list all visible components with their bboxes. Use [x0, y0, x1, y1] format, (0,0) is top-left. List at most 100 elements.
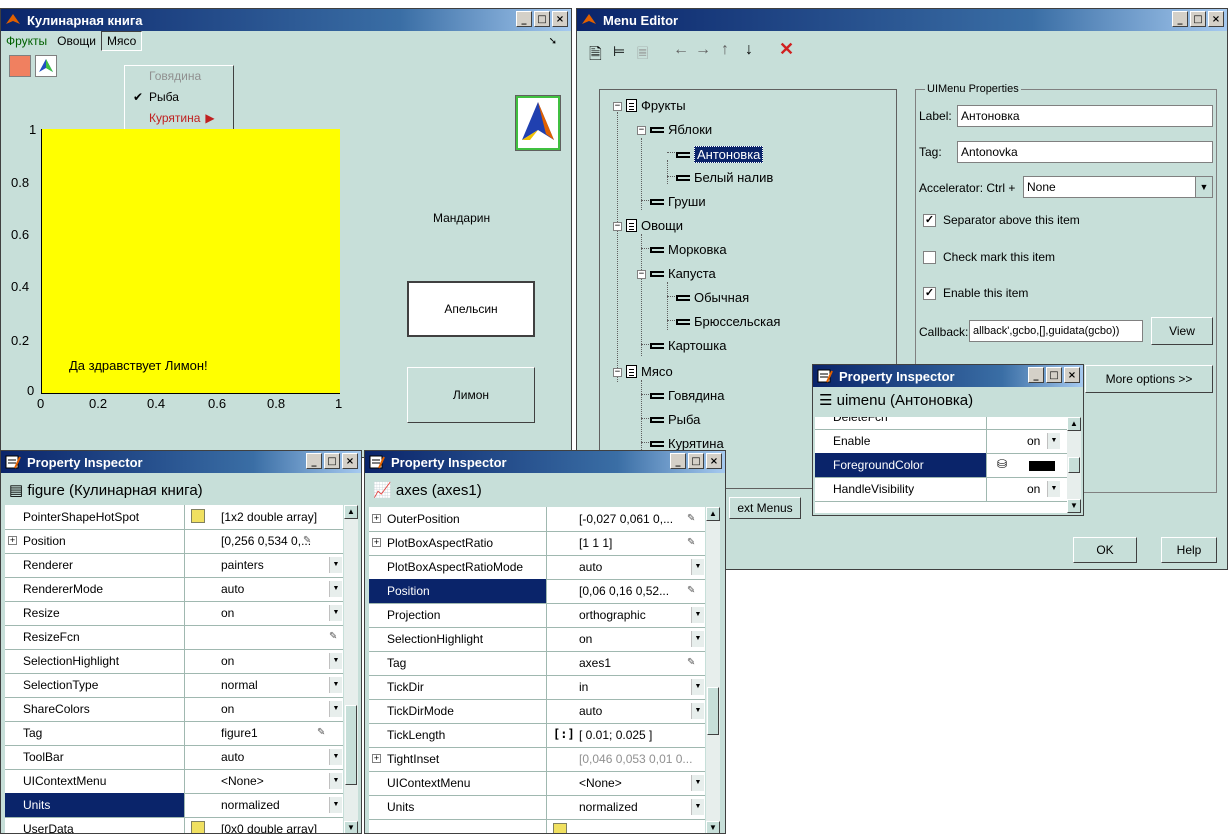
more-options-button[interactable]: More options >> — [1085, 365, 1213, 393]
tree-node-chicken[interactable]: Курятина — [650, 436, 724, 451]
new-menu-item-icon[interactable]: ⊨ — [613, 43, 625, 60]
prop-row[interactable]: SelectionHighlight on ▼ — [5, 649, 343, 674]
maximize-icon[interactable]: □ — [1046, 367, 1062, 383]
cookbook-title-bar[interactable]: Кулинарная книга _ □ × — [1, 9, 571, 31]
tree-node-pears[interactable]: Груши — [650, 194, 706, 209]
tree-node-cabbage[interactable]: Капуста — [650, 266, 716, 281]
prop-row[interactable]: UIContextMenu <None> ▼ — [369, 771, 705, 796]
view-button[interactable]: View — [1151, 317, 1213, 345]
color-toggle-button[interactable] — [9, 55, 31, 77]
new-menu-icon[interactable]: 🗎 — [589, 43, 602, 70]
prop-row[interactable]: TickLength [:][ 0.01; 0.025 ] — [369, 723, 705, 748]
menu-vegetables[interactable]: Овощи — [52, 32, 101, 50]
inspector-figure-scrollbar[interactable]: ▲ ▼ — [344, 505, 358, 833]
label-input[interactable]: Антоновка — [957, 105, 1213, 127]
minimize-icon[interactable]: _ — [306, 453, 322, 469]
prop-row[interactable]: ShareColors on ▼ — [5, 697, 343, 722]
prop-row[interactable]: + PlotBoxAspectRatio [1 1 1] ✎ — [369, 531, 705, 556]
close-icon[interactable]: × — [1064, 367, 1080, 383]
edit-icon[interactable]: ✎ — [687, 507, 695, 531]
edit-icon[interactable]: ✎ — [317, 721, 325, 745]
menu-editor-title-bar[interactable]: Menu Editor _ □ × — [577, 9, 1227, 31]
edit-icon[interactable]: ✎ — [687, 579, 695, 603]
prop-row[interactable]: ToolBar auto ▼ — [5, 745, 343, 770]
prop-row[interactable]: HandleVisibility on ▼ — [815, 477, 1067, 502]
prop-row[interactable]: + Position [0,256 0,534 0,... ✎ — [5, 529, 343, 554]
minimize-icon[interactable]: _ — [1172, 11, 1188, 27]
prop-row[interactable]: ResizeFcn ✎ — [5, 625, 343, 650]
prop-row[interactable]: + TightInset [0,046 0,053 0,01 0... — [369, 747, 705, 772]
prop-row[interactable]: TickDirMode auto ▼ — [369, 699, 705, 724]
separator-checkbox[interactable]: ✓ — [923, 214, 936, 227]
prop-row[interactable]: Resize on ▼ — [5, 601, 343, 626]
tree-node-fruits[interactable]: Фрукты — [626, 98, 686, 113]
accelerator-select[interactable]: None ▼ — [1023, 176, 1213, 198]
move-right-icon[interactable]: → — [695, 41, 711, 59]
edit-icon[interactable]: ✎ — [687, 531, 695, 555]
prop-row[interactable]: SelectionType normal ▼ — [5, 673, 343, 698]
edit-icon[interactable]: ✎ — [303, 529, 311, 553]
edit-icon[interactable]: ✎ — [687, 651, 695, 675]
inspector-figure-title-bar[interactable]: Property Inspector _ □ × — [1, 451, 361, 473]
minimize-icon[interactable]: _ — [516, 11, 532, 27]
prop-row[interactable]: Renderer painters ▼ — [5, 553, 343, 578]
close-icon[interactable]: × — [552, 11, 568, 27]
prop-row[interactable]: +Position[0,06 0,16 0,52...✎ — [369, 579, 705, 604]
meat-item-fish[interactable]: ✔ Рыба — [125, 87, 233, 108]
menu-meat[interactable]: Мясо — [101, 31, 143, 51]
maximize-icon[interactable]: □ — [1190, 11, 1206, 27]
inspector-axes-title-bar[interactable]: Property Inspector _ □ × — [365, 451, 725, 473]
prop-row[interactable]: + OuterPosition [-0,027 0,061 0,... ✎ — [369, 507, 705, 532]
axes-plot-area[interactable] — [41, 129, 340, 394]
prop-row[interactable]: RendererMode auto ▼ — [5, 577, 343, 602]
orange-button[interactable]: Апельсин — [407, 281, 535, 337]
prop-row[interactable]: UserData [0x0 double array] — [5, 817, 343, 833]
grid-icon[interactable] — [191, 821, 205, 833]
close-icon[interactable]: × — [342, 453, 358, 469]
tree-node-vegetables[interactable]: Овощи — [626, 218, 683, 233]
meat-item-chicken[interactable]: Курятина ▶ — [125, 108, 233, 129]
maximize-icon[interactable]: □ — [324, 453, 340, 469]
maximize-icon[interactable]: □ — [688, 453, 704, 469]
delete-icon[interactable]: ✕ — [779, 39, 794, 60]
move-up-icon[interactable]: ↑ — [721, 41, 729, 59]
move-down-icon[interactable]: ↓ — [745, 41, 753, 59]
checkmark-checkbox[interactable] — [923, 251, 936, 264]
prop-row[interactable]: Projection orthographic ▼ — [369, 603, 705, 628]
prop-row[interactable]: Units normalized ▼ — [369, 795, 705, 820]
maximize-icon[interactable]: □ — [534, 11, 550, 27]
grid-icon[interactable] — [553, 823, 567, 833]
tree-node-meat[interactable]: Мясо — [626, 364, 673, 379]
tree-node-carrot[interactable]: Морковка — [650, 242, 727, 257]
move-left-icon[interactable]: ← — [673, 41, 689, 59]
prop-row[interactable]: UIContextMenu <None> ▼ — [5, 769, 343, 794]
tree-node-brussels[interactable]: Брюссельская — [676, 314, 780, 329]
tree-node-white-naliv[interactable]: Белый налив — [676, 170, 773, 185]
close-icon[interactable]: × — [1208, 11, 1224, 27]
meat-item-beef[interactable]: Говядина — [125, 66, 233, 87]
help-button[interactable]: Help — [1161, 537, 1217, 563]
inspector-axes-scrollbar[interactable]: ▲ ▼ — [706, 507, 720, 833]
lemon-button[interactable]: Лимон — [407, 367, 535, 423]
prop-row[interactable]: SelectionHighlight on ▼ — [369, 627, 705, 652]
minimize-icon[interactable]: _ — [670, 453, 686, 469]
prop-row[interactable]: Units normalized ▼ — [5, 793, 343, 818]
tag-input[interactable]: Antonovka — [957, 141, 1213, 163]
tree-node-antonovka[interactable]: Антоновка — [676, 146, 764, 163]
tree-node-potato[interactable]: Картошка — [650, 338, 726, 353]
ok-button[interactable]: OK — [1073, 537, 1137, 563]
new-context-menu-icon[interactable]: 🗏 — [637, 43, 648, 67]
callback-input[interactable]: allback',gcbo,[],guidata(gcbo)) — [969, 320, 1143, 342]
grid-icon[interactable] — [191, 509, 205, 523]
tree-node-fish[interactable]: Рыба — [650, 412, 700, 427]
tree-node-apples[interactable]: Яблоки — [650, 122, 712, 137]
inspector-uimenu-scrollbar[interactable]: ▲ ▼ — [1067, 417, 1081, 513]
edit-icon[interactable]: ✎ — [329, 625, 337, 649]
inspector-uimenu-title-bar[interactable]: Property Inspector _ □ × — [813, 365, 1083, 387]
prop-row[interactable]: ForegroundColor ⛁ — [815, 453, 1067, 478]
color-swatch[interactable] — [1029, 461, 1055, 471]
dock-arrow-icon[interactable]: ➘ — [549, 36, 557, 47]
menu-fruits[interactable]: Фрукты — [1, 32, 52, 50]
tree-node-beef[interactable]: Говядина — [650, 388, 724, 403]
paint-bucket-icon[interactable]: ⛁ — [997, 457, 1007, 471]
